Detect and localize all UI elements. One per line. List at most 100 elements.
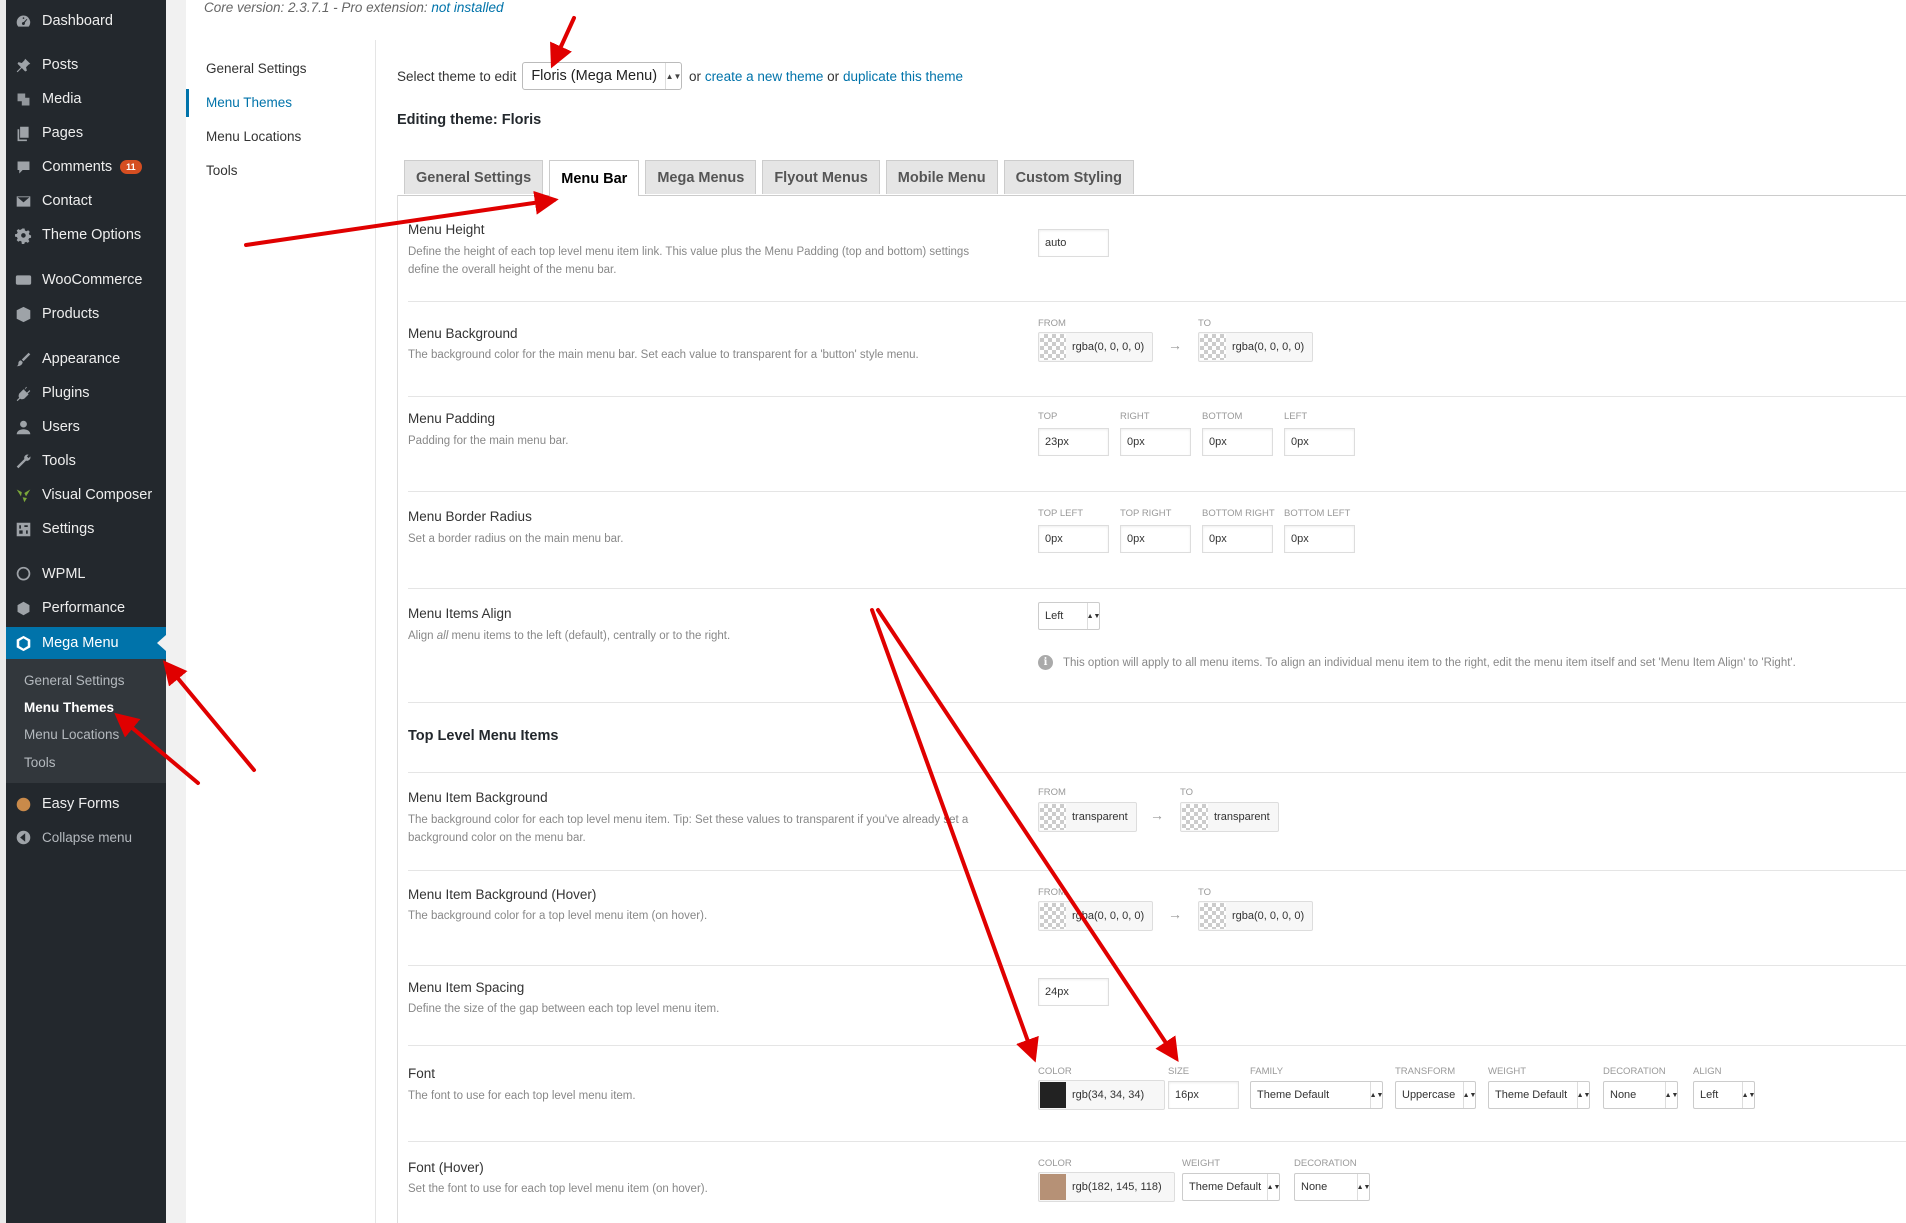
menu-items-align-select[interactable]: Left ▲▼ [1038,602,1100,630]
setting-description: The background color for each top level … [408,814,969,844]
menu-bg-to-color[interactable]: rgba(0, 0, 0, 0) [1198,332,1314,362]
setting-menu-background: Menu Background The background color for… [408,302,1906,397]
nav-general-settings[interactable]: General Settings [206,58,307,78]
woo-icon [14,271,32,289]
menu-label: Mega Menu [42,635,119,651]
menu-dashboard[interactable]: Dashboard [14,9,113,33]
nav-menu-themes[interactable]: Menu Themes [206,92,292,112]
menu-visual-composer[interactable]: Visual Composer [14,483,152,507]
padding-bottom-input[interactable]: 0px [1202,428,1273,456]
submenu-tools[interactable]: Tools [24,752,56,772]
menu-media[interactable]: Media [14,87,82,111]
nav-tools[interactable]: Tools [206,160,238,180]
item-bg-hover-to-color[interactable]: rgba(0, 0, 0, 0) [1198,901,1314,931]
menu-settings[interactable]: Settings [14,517,94,541]
nav-menu-locations[interactable]: Menu Locations [206,126,301,146]
setting-menu-item-background-hover: Menu Item Background (Hover) The backgro… [408,871,1906,966]
menu-label: Contact [42,193,92,209]
font-decoration-select[interactable]: None ▲▼ [1603,1081,1678,1109]
menu-collapse[interactable]: Collapse menu [14,825,132,849]
font-color-label: COLOR [1038,1066,1072,1077]
pro-extension-link[interactable]: not installed [431,0,503,15]
menu-label: Users [42,419,80,435]
tab-mega-menus[interactable]: Mega Menus [645,160,757,194]
font-size-input[interactable]: 16px [1168,1081,1239,1109]
menu-label: Easy Forms [42,796,120,812]
active-menu-arrow [157,635,166,651]
menu-performance[interactable]: Performance [14,596,125,620]
radius-top-left-input[interactable]: 0px [1038,525,1109,553]
radius-top-right-input[interactable]: 0px [1120,525,1191,553]
menu-plugins[interactable]: Plugins [14,381,90,405]
menu-wpml[interactable]: WPML [14,562,86,586]
menu-posts[interactable]: Posts [14,53,78,77]
menu-contact[interactable]: Contact [14,189,92,213]
tab-flyout-menus[interactable]: Flyout Menus [762,160,880,194]
pin-icon [14,56,32,74]
color-value: rgba(0, 0, 0, 0) [1072,341,1145,353]
menu-woocommerce[interactable]: WooCommerce [14,268,142,292]
item-bg-from-color[interactable]: transparent [1038,802,1137,832]
menu-pages[interactable]: Pages [14,121,83,145]
setting-title: Menu Padding [408,411,496,426]
menu-bg-from-color[interactable]: rgba(0, 0, 0, 0) [1038,332,1154,362]
menu-label: Theme Options [42,227,142,243]
theme-select-dropdown[interactable]: Floris (Mega Menu) ▲▼ [522,62,683,90]
font-hover-decoration-select[interactable]: None ▲▼ [1294,1173,1370,1201]
menu-users[interactable]: Users [14,415,80,439]
item-spacing-input[interactable]: 24px [1038,978,1109,1006]
desc-em: all [436,630,449,642]
font-transform-select[interactable]: Uppercase ▲▼ [1395,1081,1476,1109]
transparent-swatch [1200,334,1226,360]
submenu-menu-locations[interactable]: Menu Locations [24,724,119,744]
menu-mega-menu[interactable]: Mega Menu [14,631,119,655]
menu-products[interactable]: Products [14,302,99,326]
font-hover-color-picker[interactable]: rgb(182, 145, 118) [1038,1172,1175,1202]
menu-tools[interactable]: Tools [14,449,76,473]
comments-count-badge: 11 [120,160,142,174]
tab-general-settings[interactable]: General Settings [404,160,544,194]
font-align-select[interactable]: Left ▲▼ [1693,1081,1755,1109]
menu-comments[interactable]: Comments 11 [14,155,142,179]
padding-right-input[interactable]: 0px [1120,428,1191,456]
menu-theme-options[interactable]: Theme Options [14,223,141,247]
font-weight-select[interactable]: Theme Default ▲▼ [1488,1081,1590,1109]
info-text: This option will apply to all menu items… [1063,656,1796,669]
color-value: rgba(0, 0, 0, 0) [1232,341,1305,353]
font-weight-label: WEIGHT [1488,1066,1526,1077]
tab-custom-styling[interactable]: Custom Styling [1003,160,1134,194]
setting-menu-items-align: Menu Items Align Align all menu items to… [408,589,1906,703]
menu-appearance[interactable]: Appearance [14,347,120,371]
create-theme-link[interactable]: create a new theme [705,69,824,84]
submenu-menu-themes[interactable]: Menu Themes [24,697,114,717]
tab-menu-bar[interactable]: Menu Bar [549,160,640,196]
menu-label: Performance [42,600,126,616]
chevron-down-icon: ▲▼ [1463,1082,1476,1108]
menu-height-input[interactable]: auto [1038,229,1109,257]
setting-menu-padding: Menu Padding Padding for the main menu b… [408,397,1906,492]
padding-top-input[interactable]: 23px [1038,428,1109,456]
setting-description: Define the size of the gap between each … [408,1003,720,1015]
font-color-picker[interactable]: rgb(34, 34, 34) [1038,1080,1165,1110]
menu-label: WPML [42,566,86,582]
to-label: TO [1198,887,1212,898]
menu-easy-forms[interactable]: Easy Forms [14,792,119,816]
tab-mobile-menu[interactable]: Mobile Menu [885,160,998,194]
padding-left-input[interactable]: 0px [1284,428,1355,456]
duplicate-theme-link[interactable]: duplicate this theme [843,69,963,84]
item-bg-hover-from-color[interactable]: rgba(0, 0, 0, 0) [1038,901,1154,931]
core-version-prefix: Core version: [204,0,289,15]
radius-top-left-label: TOP LEFT [1038,508,1084,519]
font-decoration-label: DECORATION [1603,1066,1666,1077]
mail-icon [14,192,32,210]
setting-description: Padding for the main menu bar. [408,435,569,447]
setting-menu-height: Menu Height Define the height of each to… [408,196,1906,302]
radius-bottom-right-input[interactable]: 0px [1202,525,1273,553]
submenu-general-settings[interactable]: General Settings [24,670,125,690]
font-hover-weight-select[interactable]: Theme Default ▲▼ [1182,1173,1280,1201]
radius-bottom-left-input[interactable]: 0px [1284,525,1355,553]
transparent-swatch [1200,903,1226,929]
from-label: FROM [1038,318,1066,329]
item-bg-to-color[interactable]: transparent [1180,802,1279,832]
font-family-select[interactable]: Theme Default ▲▼ [1250,1081,1383,1109]
